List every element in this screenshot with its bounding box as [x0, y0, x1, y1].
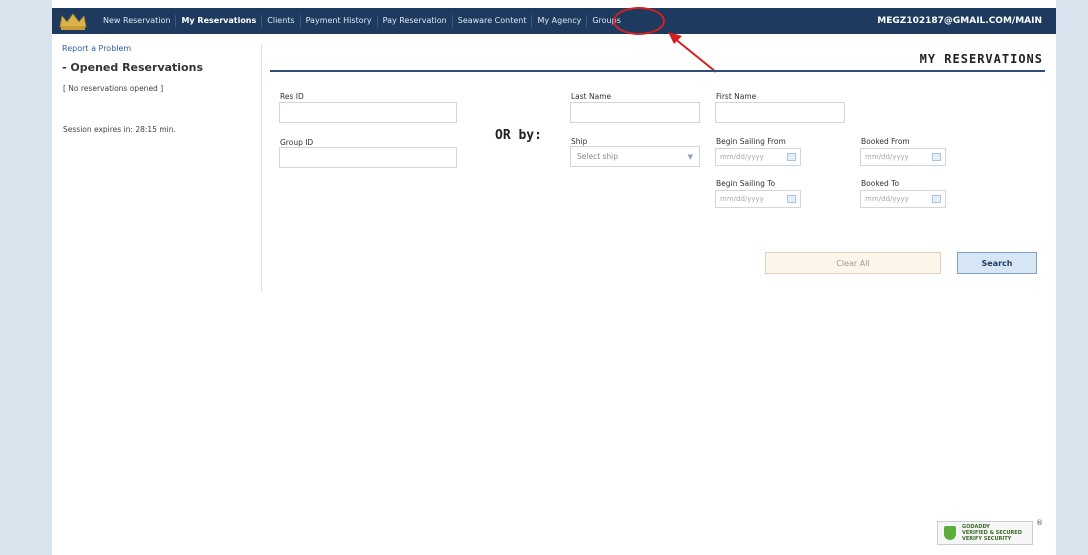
- top-nav-bar: New Reservation My Reservations Clients …: [52, 8, 1056, 34]
- booked-to-label: Booked To: [861, 179, 900, 188]
- security-seal[interactable]: GODADDY VERIFIED & SECURED VERIFY SECURI…: [935, 519, 1043, 547]
- booked-from-placeholder: mm/dd/yyyy: [865, 153, 909, 161]
- right-background-band: [1056, 0, 1088, 555]
- nav-seaware-content[interactable]: Seaware Content: [453, 15, 533, 27]
- booked-to-placeholder: mm/dd/yyyy: [865, 195, 909, 203]
- last-name-label: Last Name: [571, 92, 612, 101]
- nav-pay-reservation[interactable]: Pay Reservation: [378, 15, 453, 27]
- report-problem-link[interactable]: Report a Problem: [62, 44, 260, 53]
- no-reservations-text: [ No reservations opened ]: [63, 84, 164, 93]
- page-title: MY RESERVATIONS: [270, 44, 1045, 72]
- session-expiry-text: Session expires in: 28:15 min.: [63, 125, 176, 134]
- begin-sailing-from-label: Begin Sailing From: [716, 137, 786, 146]
- begin-sailing-to-placeholder: mm/dd/yyyy: [720, 195, 764, 203]
- chevron-down-icon: ▼: [687, 152, 693, 161]
- begin-sailing-to-label: Begin Sailing To: [716, 179, 776, 188]
- ship-select-value: Select ship: [577, 152, 619, 161]
- calendar-icon[interactable]: [787, 153, 796, 161]
- ship-select[interactable]: Select ship ▼: [570, 146, 700, 167]
- booked-from-label: Booked From: [861, 137, 910, 146]
- res-id-label: Res ID: [280, 92, 304, 101]
- user-account-label[interactable]: MEGZ102187@GMAIL.COM/MAIN: [877, 16, 1042, 26]
- res-id-input[interactable]: [279, 102, 457, 123]
- registered-mark: ®: [1036, 519, 1043, 527]
- security-seal-text: GODADDY VERIFIED & SECURED VERIFY SECURI…: [962, 524, 1022, 542]
- crown-logo-icon[interactable]: [58, 11, 88, 31]
- seal-line-3: VERIFY SECURITY: [962, 536, 1012, 542]
- booked-to-input[interactable]: mm/dd/yyyy: [860, 190, 946, 208]
- calendar-icon[interactable]: [787, 195, 796, 203]
- annotation-circle: [613, 7, 665, 35]
- or-by-label: OR by:: [495, 128, 542, 143]
- begin-sailing-from-input[interactable]: mm/dd/yyyy: [715, 148, 801, 166]
- group-id-label: Group ID: [280, 138, 314, 147]
- nav-my-reservations[interactable]: My Reservations: [176, 15, 263, 27]
- sidebar: Report a Problem - Opened Reservations […: [60, 44, 260, 134]
- opened-reservations-heading[interactable]: - Opened Reservations: [62, 61, 260, 74]
- first-name-input[interactable]: [715, 102, 845, 123]
- calendar-icon[interactable]: [932, 195, 941, 203]
- sidebar-divider: [261, 44, 262, 292]
- clear-all-button[interactable]: Clear All: [765, 252, 941, 274]
- begin-sailing-to-input[interactable]: mm/dd/yyyy: [715, 190, 801, 208]
- left-background-band: [0, 0, 52, 555]
- calendar-icon[interactable]: [932, 153, 941, 161]
- search-button[interactable]: Search: [957, 252, 1037, 274]
- booked-from-input[interactable]: mm/dd/yyyy: [860, 148, 946, 166]
- begin-sailing-from-placeholder: mm/dd/yyyy: [720, 153, 764, 161]
- security-seal-box: GODADDY VERIFIED & SECURED VERIFY SECURI…: [937, 521, 1033, 545]
- nav-clients[interactable]: Clients: [262, 15, 301, 27]
- ship-label: Ship: [571, 137, 588, 146]
- last-name-input[interactable]: [570, 102, 700, 123]
- group-id-input[interactable]: [279, 147, 457, 168]
- nav-new-reservation[interactable]: New Reservation: [98, 15, 177, 27]
- first-name-label: First Name: [716, 92, 757, 101]
- shield-icon: [944, 526, 956, 540]
- nav-payment-history[interactable]: Payment History: [301, 15, 378, 27]
- main-panel: MY RESERVATIONS: [270, 44, 1045, 72]
- nav-my-agency[interactable]: My Agency: [532, 15, 588, 27]
- main-nav: New Reservation My Reservations Clients …: [98, 8, 626, 34]
